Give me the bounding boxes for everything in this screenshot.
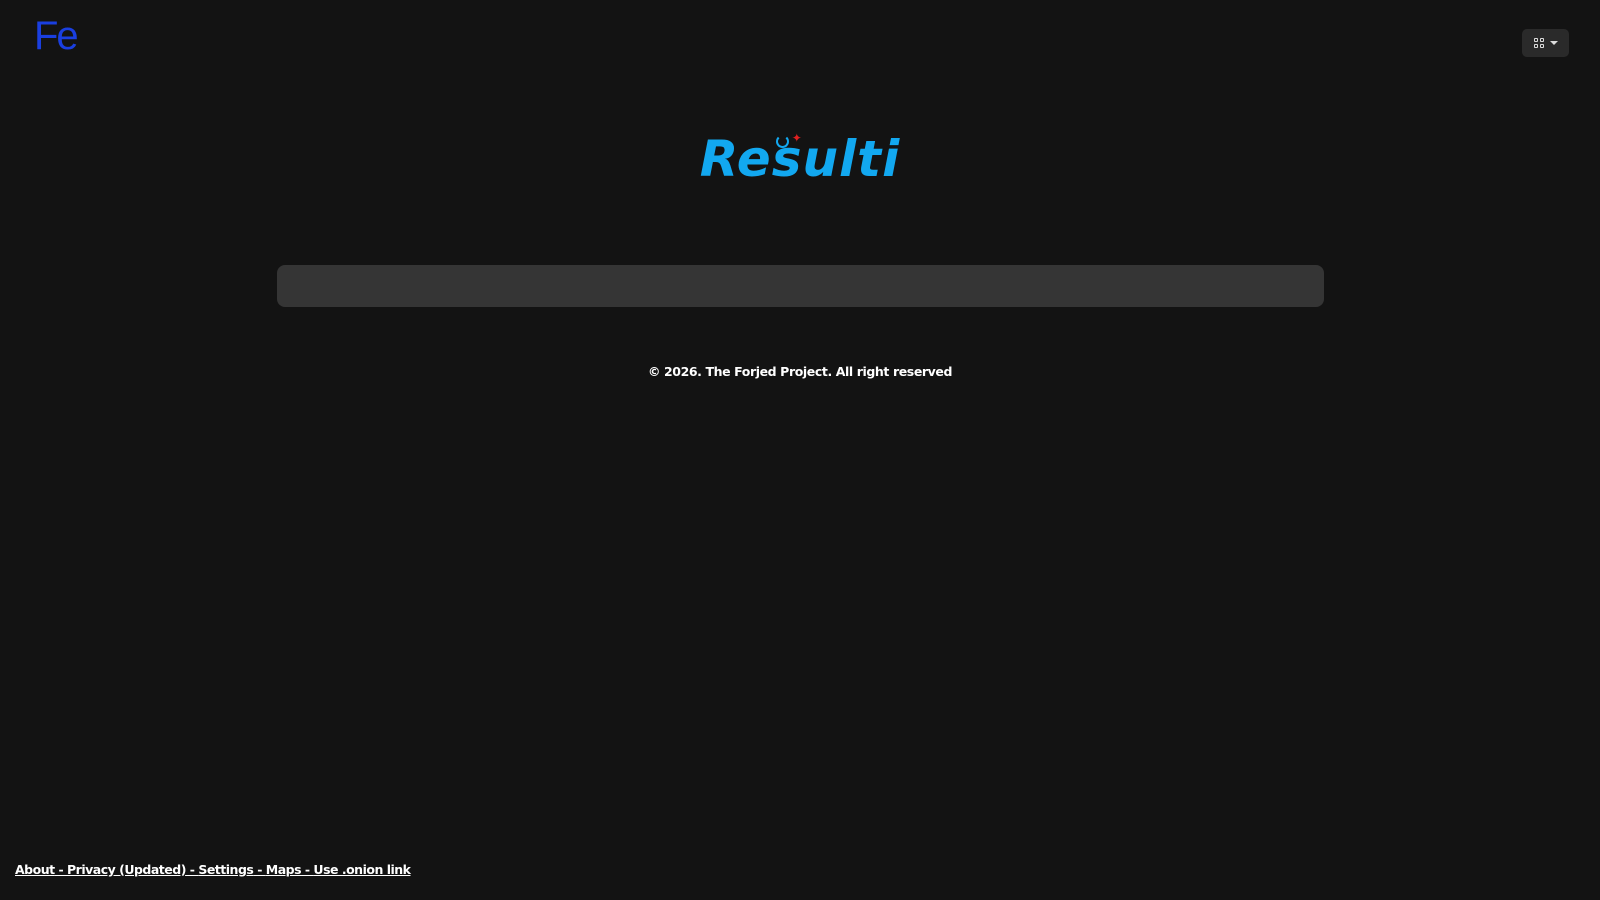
grid-icon (1533, 38, 1544, 48)
hero-logo: Resulti ✦ (0, 124, 1600, 194)
footer-link-about[interactable]: About (15, 862, 55, 877)
footer-link-maps[interactable]: Maps (266, 862, 302, 877)
swirl-icon (775, 135, 789, 148)
page: Fe Resulti ✦ © 2026. The Forjed Project.… (0, 0, 1600, 900)
footer-link-settings[interactable]: Settings (198, 862, 254, 877)
hero-logo-wordmark: Resulti ✦ (700, 124, 900, 194)
footer-link-onion[interactable]: Use .onion link (313, 862, 411, 877)
brand-logo[interactable]: Fe (34, 16, 79, 56)
footer-separator: - (54, 862, 67, 877)
footer-link-privacy[interactable]: Privacy (Updated) (67, 862, 186, 877)
apps-menu-button[interactable] (1522, 29, 1569, 57)
search-input[interactable] (277, 265, 1324, 307)
copyright-text: © 2026. The Forjed Project. All right re… (647, 364, 953, 379)
footer-separator: - (301, 862, 314, 877)
footer-separator: - (253, 862, 266, 877)
chevron-down-icon (1549, 41, 1558, 45)
footer-separator: - (185, 862, 199, 877)
footer-links: About - Privacy (Updated) - Settings - M… (15, 862, 411, 877)
maple-leaf-icon: ✦ (791, 131, 803, 145)
